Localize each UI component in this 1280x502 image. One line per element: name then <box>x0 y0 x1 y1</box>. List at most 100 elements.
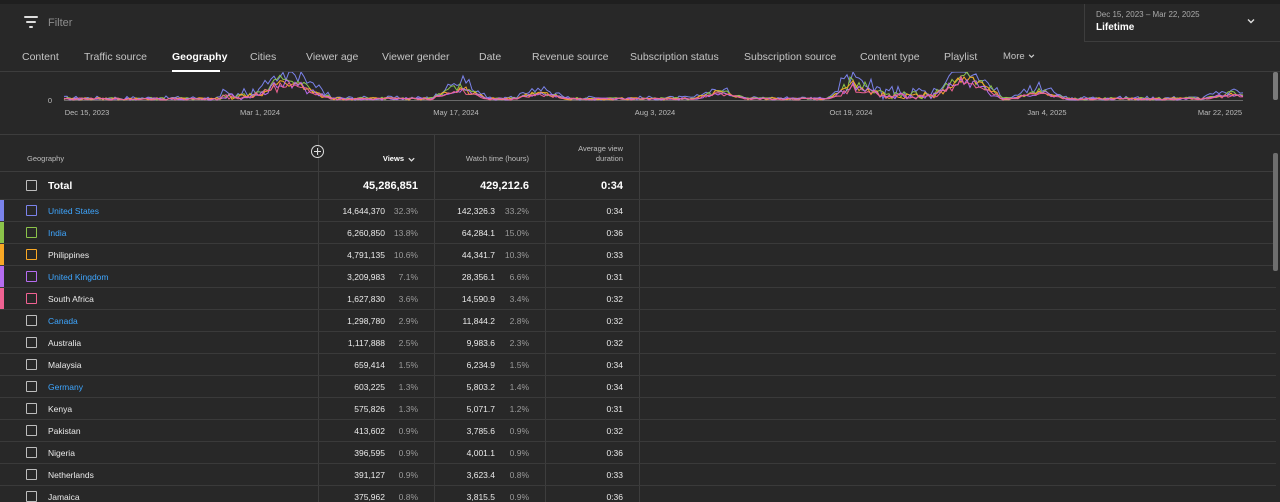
series-color-bar <box>0 266 4 287</box>
views-percent: 0.9% <box>398 426 418 436</box>
watch-time-value: 44,341.7 <box>461 250 495 260</box>
tab-viewer-age[interactable]: Viewer age <box>306 51 358 63</box>
sort-desc-icon[interactable] <box>407 155 416 164</box>
views-percent: 10.6% <box>393 250 418 260</box>
tab-revenue-source[interactable]: Revenue source <box>532 51 608 63</box>
views-value: 1,298,780 <box>347 316 385 326</box>
row-checkbox[interactable] <box>26 315 37 326</box>
x-tick-label: May 17, 2024 <box>433 108 478 117</box>
views-percent: 2.9% <box>398 316 418 326</box>
tab-viewer-gender[interactable]: Viewer gender <box>382 51 450 63</box>
tab-cities[interactable]: Cities <box>250 51 276 63</box>
tab-subscription-status[interactable]: Subscription status <box>630 51 719 63</box>
chart-scrollbar[interactable] <box>1273 72 1278 100</box>
row-checkbox[interactable] <box>26 271 37 282</box>
table-row: Australia 1,117,888 2.5% 9,983.6 2.3% 0:32 <box>0 332 1276 354</box>
views-value: 375,962 <box>354 492 385 502</box>
date-range-selector[interactable]: Dec 15, 2023 – Mar 22, 2025 Lifetime <box>1084 4 1280 42</box>
tab-date[interactable]: Date <box>479 51 501 63</box>
row-checkbox[interactable] <box>26 469 37 480</box>
header-geography[interactable]: Geography <box>27 154 64 164</box>
row-checkbox[interactable] <box>26 227 37 238</box>
total-row: Total 45,286,851 429,212.6 0:34 <box>0 171 1276 200</box>
chart-series <box>63 72 1244 101</box>
avg-duration-value: 0:34 <box>606 206 623 216</box>
header-views[interactable]: Views <box>330 154 404 164</box>
avg-duration-value: 0:31 <box>606 404 623 414</box>
views-value: 575,826 <box>354 404 385 414</box>
add-metric-icon[interactable] <box>311 145 324 158</box>
avg-duration-value: 0:34 <box>606 360 623 370</box>
country-name: Nigeria <box>48 448 75 458</box>
views-value: 3,209,983 <box>347 272 385 282</box>
avg-duration-value: 0:32 <box>606 316 623 326</box>
row-checkbox[interactable] <box>26 403 37 414</box>
country-name[interactable]: United States <box>48 206 99 216</box>
table-row: United States 14,644,370 32.3% 142,326.3 33.… <box>0 200 1276 222</box>
row-checkbox[interactable] <box>26 337 37 348</box>
watch-time-percent: 0.8% <box>509 470 529 480</box>
country-name[interactable]: Germany <box>48 382 83 392</box>
tab-geography[interactable]: Geography <box>172 51 227 63</box>
views-percent: 0.9% <box>398 470 418 480</box>
avg-duration-value: 0:33 <box>606 470 623 480</box>
tab-playlist[interactable]: Playlist <box>944 51 977 63</box>
watch-time-percent: 2.8% <box>509 316 529 326</box>
row-checkbox[interactable] <box>26 359 37 370</box>
geography-table: Geography Views Watch time (hours) Avera… <box>0 134 1280 502</box>
watch-time-value: 3,815.5 <box>466 492 495 502</box>
avg-duration-value: 0:31 <box>606 272 623 282</box>
views-line-chart: 0 Dec 15, 2023 Mar 1, 2024 May 17, 2024 Aug… <box>0 72 1280 134</box>
views-percent: 1.3% <box>398 382 418 392</box>
filter-icon[interactable] <box>24 16 38 28</box>
tab-subscription-source[interactable]: Subscription source <box>744 51 836 63</box>
row-checkbox[interactable] <box>26 381 37 392</box>
watch-time-value: 64,284.1 <box>461 228 495 238</box>
row-checkbox[interactable] <box>26 293 37 304</box>
date-range-text: Dec 15, 2023 – Mar 22, 2025 <box>1096 10 1200 19</box>
watch-time-percent: 33.2% <box>504 206 529 216</box>
series-line <box>63 72 1244 101</box>
views-value: 659,414 <box>354 360 385 370</box>
filter-bar: Filter Dec 15, 2023 – Mar 22, 2025 Lifet… <box>0 0 1280 42</box>
table-scrollbar[interactable] <box>1273 153 1278 271</box>
y-tick-label: 0 <box>48 96 52 105</box>
table-row: India 6,260,850 13.8% 64,284.1 15.0% 0:36 <box>0 222 1276 244</box>
filter-input[interactable]: Filter <box>48 17 72 29</box>
views-value: 1,117,888 <box>347 338 385 348</box>
tab-content[interactable]: Content <box>22 51 59 63</box>
header-avg-duration-1[interactable]: Average view <box>550 144 623 154</box>
table-row: Netherlands 391,127 0.9% 3,623.4 0.8% 0:33 <box>0 464 1276 486</box>
country-name[interactable]: India <box>48 228 66 238</box>
dimension-tabs: Content Traffic source Geography Cities … <box>0 42 1280 72</box>
x-tick-label: Mar 22, 2025 <box>1198 108 1242 117</box>
total-label: Total <box>48 180 73 192</box>
avg-duration-value: 0:32 <box>606 426 623 436</box>
tab-traffic-source[interactable]: Traffic source <box>84 51 147 63</box>
views-percent: 0.9% <box>398 448 418 458</box>
total-checkbox[interactable] <box>26 180 37 191</box>
watch-time-value: 28,356.1 <box>461 272 495 282</box>
chevron-down-icon <box>1029 54 1035 59</box>
series-color-bar <box>0 244 4 265</box>
row-checkbox[interactable] <box>26 491 37 502</box>
row-checkbox[interactable] <box>26 205 37 216</box>
row-checkbox[interactable] <box>26 425 37 436</box>
country-name[interactable]: United Kingdom <box>48 272 108 282</box>
header-watch-time[interactable]: Watch time (hours) <box>440 154 529 164</box>
country-name: Malaysia <box>48 360 82 370</box>
header-avg-duration-2[interactable]: duration <box>550 154 623 164</box>
country-name[interactable]: Canada <box>48 316 78 326</box>
table-row: Jamaica 375,962 0.8% 3,815.5 0.9% 0:36 <box>0 486 1276 502</box>
x-tick-label: Dec 15, 2023 <box>65 108 110 117</box>
row-checkbox[interactable] <box>26 249 37 260</box>
tab-more[interactable]: More <box>1003 51 1036 62</box>
views-percent: 1.3% <box>398 404 418 414</box>
watch-time-value: 3,785.6 <box>466 426 495 436</box>
table-row: South Africa 1,627,830 3.6% 14,590.9 3.4% 0:3… <box>0 288 1276 310</box>
watch-time-percent: 3.4% <box>509 294 529 304</box>
x-tick-labels: Dec 15, 2023 Mar 1, 2024 May 17, 2024 Aug 3… <box>65 108 1242 117</box>
row-checkbox[interactable] <box>26 447 37 458</box>
tab-content-type[interactable]: Content type <box>860 51 920 63</box>
views-value: 6,260,850 <box>347 228 385 238</box>
